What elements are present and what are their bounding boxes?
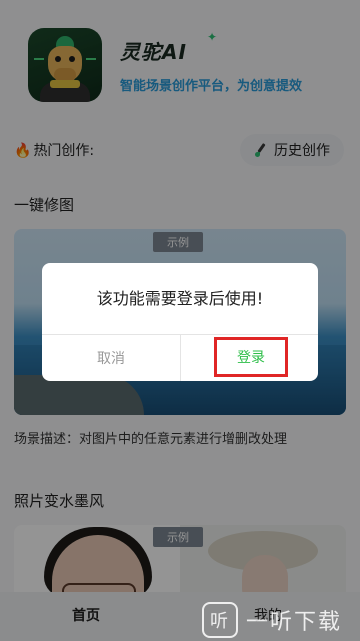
login-button[interactable]: 登录 (214, 337, 288, 377)
watermark-text: 一听下载 (246, 609, 343, 635)
login-required-dialog: 该功能需要登录后使用! 取消 登录 (42, 263, 318, 381)
dialog-divider (180, 334, 181, 381)
dialog-message: 该功能需要登录后使用! (96, 289, 264, 308)
watermark: 听 一听下载 (202, 598, 360, 641)
watermark-logo-icon: 听 (202, 601, 238, 638)
cancel-button[interactable]: 取消 (42, 335, 180, 381)
